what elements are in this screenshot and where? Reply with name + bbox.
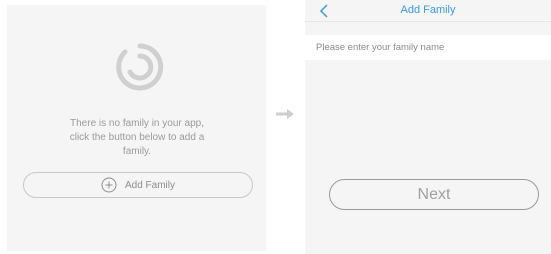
empty-message-line: family.	[122, 146, 152, 157]
no-family-screen: There is no family in your app, click th…	[7, 5, 266, 251]
empty-message-line: There is no family in your app,	[70, 118, 204, 129]
page-title: Add Family	[400, 4, 456, 16]
empty-message-line: click the button below to add a	[69, 132, 205, 143]
add-family-screen: Add Family Next	[305, 0, 551, 254]
family-logo-icon	[116, 43, 164, 91]
add-family-label: Add Family	[124, 179, 175, 191]
next-button[interactable]: Next	[329, 179, 539, 210]
empty-state-message: There is no family in your app, click th…	[37, 117, 237, 159]
right-arrow-icon	[276, 109, 294, 119]
circle-plus-icon	[101, 177, 117, 193]
add-family-button[interactable]: Add Family	[23, 172, 253, 198]
nav-header: Add Family	[305, 0, 551, 22]
family-name-input[interactable]	[305, 35, 551, 60]
